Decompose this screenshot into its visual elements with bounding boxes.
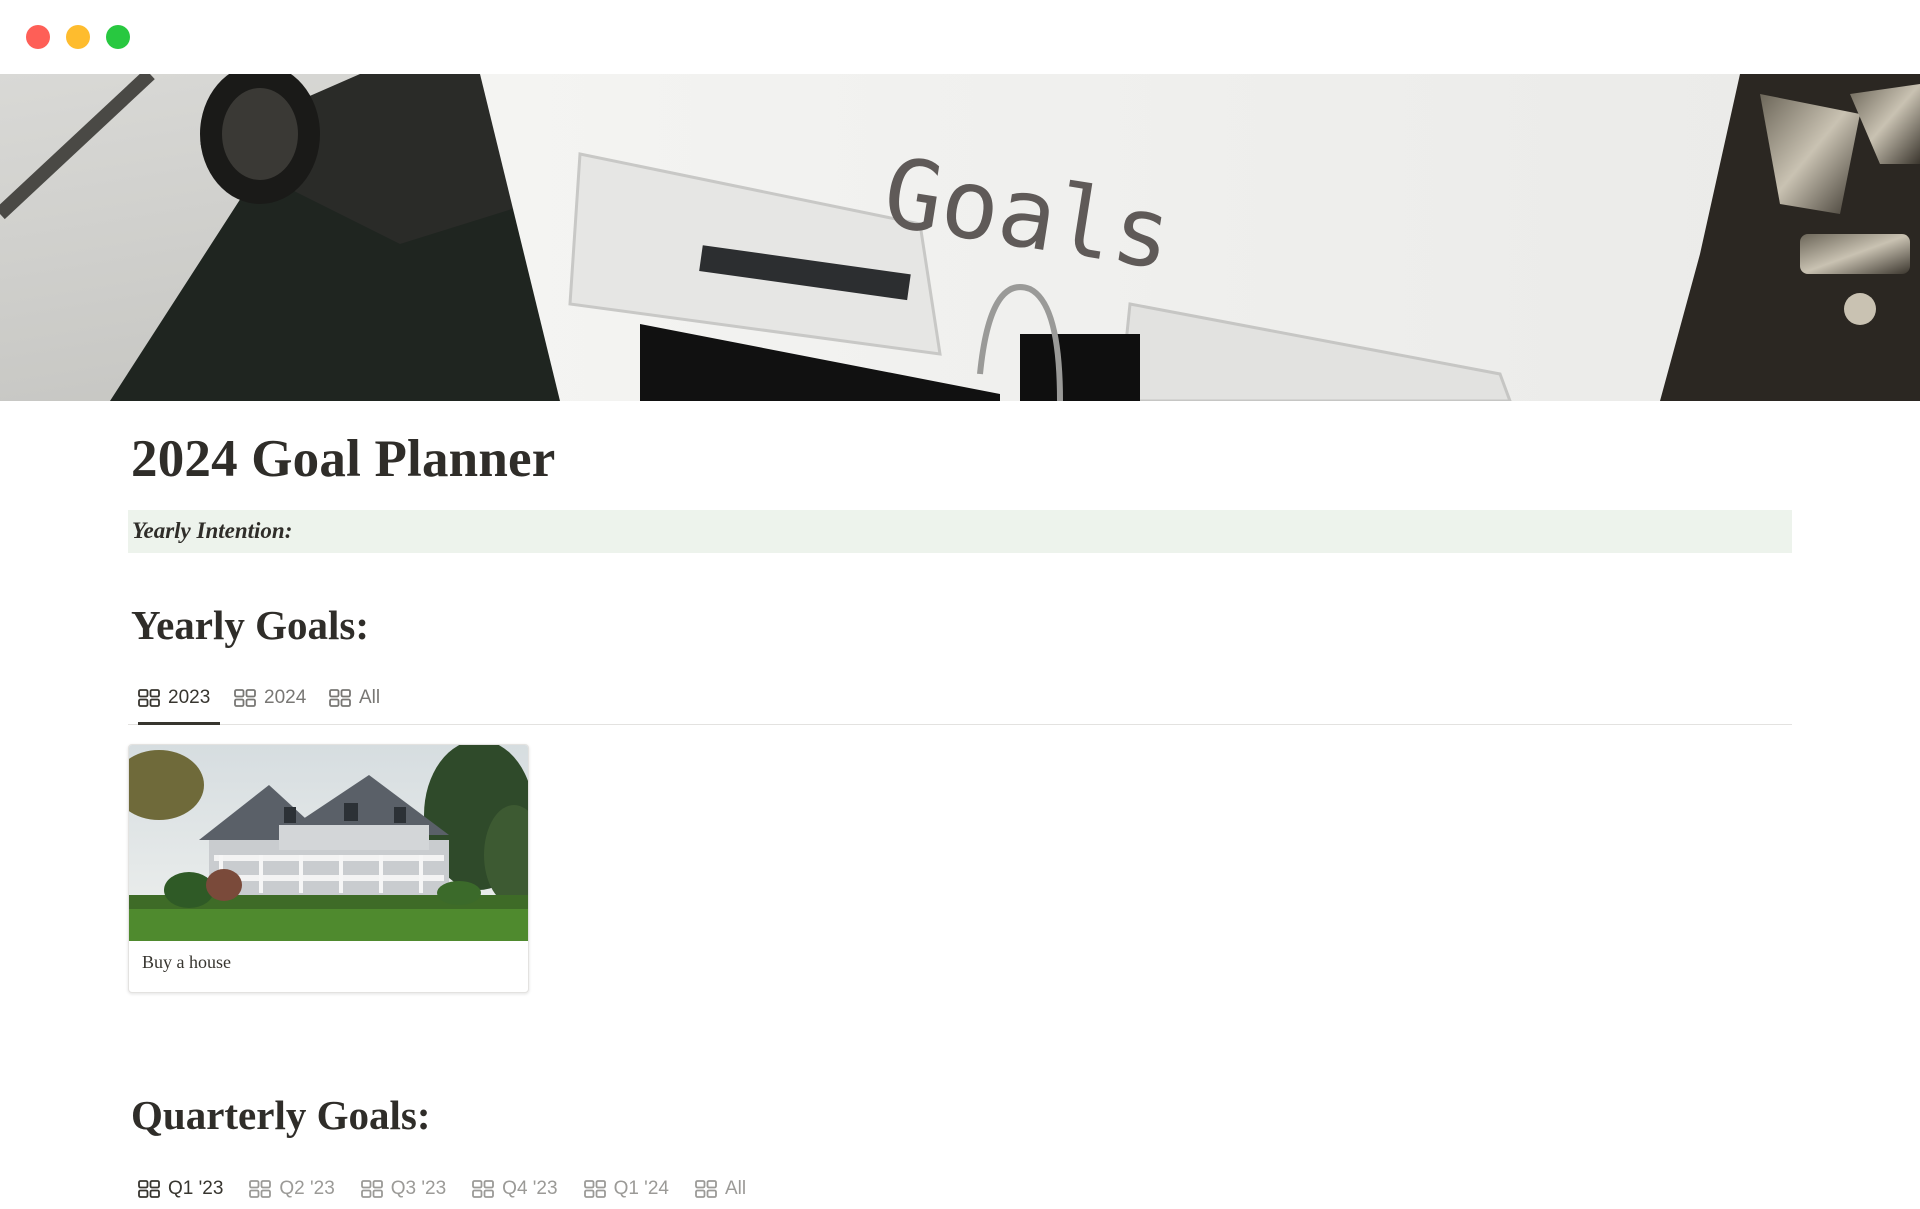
tab-label: All bbox=[359, 686, 381, 708]
gallery-icon bbox=[472, 1180, 495, 1198]
tab-label: All bbox=[724, 1178, 747, 1199]
gallery-card[interactable]: Buy a house bbox=[128, 744, 529, 993]
tab-label: 2023 bbox=[168, 686, 211, 708]
card-cover-image bbox=[129, 745, 528, 941]
tab-q1-24[interactable]: Q1 '24 bbox=[583, 1169, 669, 1209]
gallery-icon bbox=[695, 1180, 717, 1198]
quarterly-view-tabs: Q1 '23 Q2 '23 Q3 '23 Q4 '23 Q1 '24 All bbox=[128, 1169, 1038, 1209]
yearly-view-tabs: 2023 2024 All bbox=[128, 673, 1792, 725]
tab-label: Q4 '23 bbox=[502, 1178, 558, 1199]
tab-all[interactable]: All bbox=[329, 673, 380, 722]
quarterly-goals-heading[interactable]: Quarterly Goals: bbox=[131, 1091, 430, 1139]
gallery-icon bbox=[138, 688, 160, 707]
zoom-window-button[interactable] bbox=[106, 25, 130, 49]
tab-label: Q1 '24 bbox=[613, 1178, 669, 1199]
page-cover-image[interactable]: Goals bbox=[0, 74, 1920, 401]
gallery-icon bbox=[249, 1180, 272, 1198]
tab-q1-23[interactable]: Q1 '23 bbox=[138, 1169, 223, 1209]
gallery-icon bbox=[138, 1180, 160, 1198]
gallery-icon bbox=[234, 688, 256, 707]
tab-q3-23[interactable]: Q3 '23 bbox=[360, 1169, 447, 1209]
page-title[interactable]: 2024 Goal Planner bbox=[131, 429, 555, 489]
tab-label: Q1 '23 bbox=[168, 1178, 224, 1199]
tab-all-quarters[interactable]: All bbox=[695, 1169, 746, 1209]
tab-label: Q3 '23 bbox=[390, 1178, 447, 1199]
gallery-icon bbox=[360, 1180, 383, 1198]
tab-q4-23[interactable]: Q4 '23 bbox=[472, 1169, 558, 1209]
tab-q2-23[interactable]: Q2 '23 bbox=[249, 1169, 335, 1209]
gallery-icon bbox=[329, 688, 351, 707]
minimize-window-button[interactable] bbox=[66, 25, 90, 49]
tab-label: 2024 bbox=[264, 686, 307, 708]
tab-2023[interactable]: 2023 bbox=[138, 673, 221, 725]
yearly-goals-heading[interactable]: Yearly Goals: bbox=[131, 601, 369, 649]
close-window-button[interactable] bbox=[26, 25, 50, 49]
callout-text[interactable]: Yearly Intention: bbox=[132, 518, 292, 544]
yearly-intention-callout[interactable]: Yearly Intention: bbox=[128, 510, 1792, 553]
window-titlebar bbox=[0, 0, 1920, 74]
gallery-icon bbox=[583, 1180, 606, 1198]
tab-label: Q2 '23 bbox=[279, 1178, 335, 1199]
tab-2024[interactable]: 2024 bbox=[234, 673, 306, 722]
card-title: Buy a house bbox=[142, 952, 231, 972]
